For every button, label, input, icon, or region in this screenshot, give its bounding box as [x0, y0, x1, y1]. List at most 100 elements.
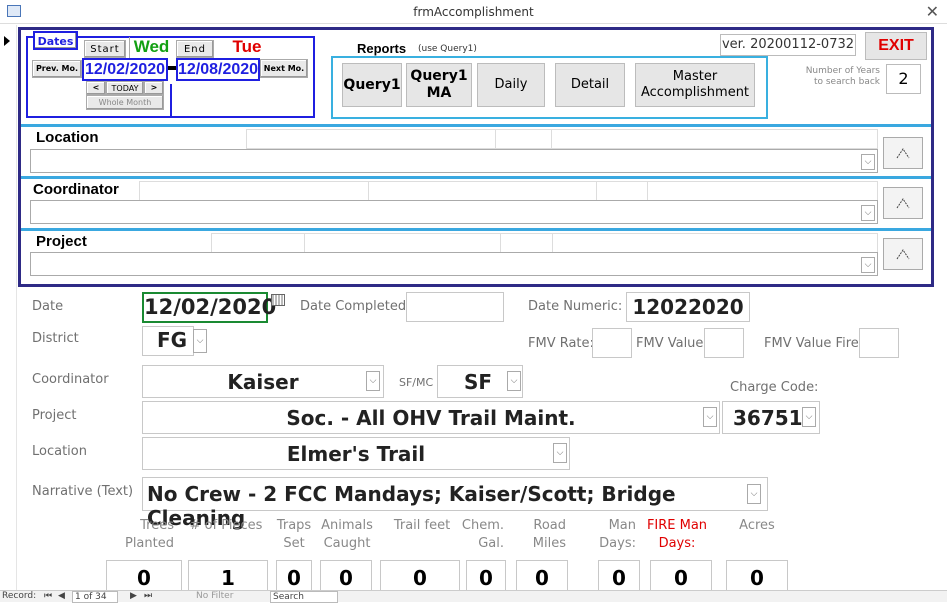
- detail-report-button[interactable]: Detail: [555, 63, 625, 107]
- next-week-button[interactable]: >: [144, 81, 164, 95]
- location-combo[interactable]: Elmer's Trail: [142, 437, 570, 470]
- end-day: Tue: [232, 37, 262, 56]
- location-column-divider: [495, 130, 496, 148]
- project-dropdown-chevron-icon[interactable]: ⌵: [861, 257, 875, 273]
- acres-field[interactable]: 0: [726, 560, 788, 592]
- coordinator-label: Coordinator: [32, 372, 109, 387]
- reports-subtitle: (use Query1): [418, 44, 477, 54]
- first-record-icon[interactable]: ⏮: [44, 591, 52, 601]
- location-dropdown-chevron-icon[interactable]: ⌵: [861, 154, 875, 170]
- date-completed-field[interactable]: [406, 292, 504, 322]
- prev-week-button[interactable]: <: [86, 81, 106, 95]
- daily-report-button[interactable]: Daily: [477, 63, 545, 107]
- pieces-field[interactable]: 1: [188, 560, 268, 592]
- query1-button[interactable]: Query1: [342, 63, 402, 107]
- pieces-label: # of Pieces: [189, 518, 263, 533]
- end-date-field[interactable]: 12/08/2020: [176, 58, 260, 81]
- district-label: District: [32, 331, 79, 346]
- filter-location-label: Location: [36, 129, 99, 146]
- fire-man-days-field[interactable]: 0: [650, 560, 712, 592]
- coordinator-separator: [21, 176, 931, 179]
- coordinator-sort-button[interactable]: [883, 187, 923, 219]
- chem-gal-label: Chem. Gal.: [461, 518, 504, 551]
- trees-planted-field[interactable]: 0: [106, 560, 182, 592]
- sort-icon: [896, 198, 910, 209]
- date-label: Date: [32, 299, 64, 314]
- project-column-divider: [304, 234, 305, 252]
- whole-month-button[interactable]: Whole Month: [86, 95, 164, 110]
- fmv-value-field[interactable]: [704, 328, 744, 358]
- project-label: Project: [32, 408, 77, 423]
- prev-month-button[interactable]: Prev. Mo.: [32, 60, 82, 78]
- location-separator: [21, 124, 931, 127]
- chem-gal-field[interactable]: 0: [466, 560, 506, 592]
- man-days-field[interactable]: 0: [598, 560, 640, 592]
- fmv-value-fire-label: FMV Value Fire:: [764, 336, 864, 351]
- form-icon: [7, 5, 21, 17]
- charge-code-label: Charge Code:: [730, 380, 819, 395]
- road-miles-field[interactable]: 0: [516, 560, 568, 592]
- district-chevron-icon[interactable]: ⌵: [193, 329, 207, 353]
- record-selector[interactable]: [0, 25, 17, 590]
- start-date-field[interactable]: 12/02/2020: [82, 58, 168, 81]
- location-label: Location: [32, 444, 87, 459]
- record-navigation-bar: Record: ⏮ ◀ 1 of 34 ▶ ⏭ No Filter Search: [0, 590, 947, 603]
- date-range-dash: [168, 66, 176, 70]
- dates-legend: Dates: [33, 31, 78, 50]
- district-combo[interactable]: FG: [142, 326, 194, 356]
- date-field[interactable]: 12/02/2020: [142, 292, 276, 323]
- coordinator-dropdown-chevron-icon[interactable]: ⌵: [861, 205, 875, 221]
- sort-icon: [896, 249, 910, 260]
- coordinator-column-divider: [596, 182, 597, 200]
- search-box[interactable]: Search: [270, 591, 338, 603]
- fmv-rate-field[interactable]: [592, 328, 632, 358]
- narrative-chevron-icon[interactable]: ⌵: [747, 484, 761, 504]
- master-accomplishment-button[interactable]: Master Accomplishment: [635, 63, 755, 107]
- date-completed-label: Date Completed: [300, 299, 407, 314]
- last-record-icon[interactable]: ⏭: [144, 591, 152, 601]
- today-button[interactable]: TODAY: [106, 81, 144, 95]
- trail-feet-label: Trail feet: [393, 518, 451, 533]
- next-record-icon[interactable]: ▶: [130, 591, 137, 601]
- location-sort-button[interactable]: [883, 137, 923, 169]
- animals-caught-field[interactable]: 0: [320, 560, 372, 592]
- exit-button[interactable]: EXIT: [865, 32, 927, 60]
- reports-title: Reports: [357, 41, 407, 56]
- trail-feet-field[interactable]: 0: [380, 560, 460, 592]
- fmv-value-fire-field[interactable]: [859, 328, 899, 358]
- project-combo[interactable]: Soc. - All OHV Trail Maint.: [142, 401, 720, 434]
- title-bar: frmAccomplishment: [0, 0, 947, 24]
- filter-project-label: Project: [36, 233, 87, 250]
- window-title: frmAccomplishment: [413, 5, 534, 19]
- charge-code-chevron-icon[interactable]: ⌵: [802, 407, 816, 427]
- location-chevron-icon[interactable]: ⌵: [553, 443, 567, 463]
- years-back-label: Number of Years to search back: [805, 66, 880, 87]
- project-chevron-icon[interactable]: ⌵: [703, 407, 717, 427]
- project-sort-button[interactable]: [883, 238, 923, 270]
- date-numeric-field[interactable]: 12022020: [626, 292, 750, 322]
- project-column-divider: [500, 234, 501, 252]
- project-filter-combo[interactable]: [30, 252, 878, 276]
- coordinator-column-divider: [647, 182, 648, 200]
- next-month-button[interactable]: Next Mo.: [260, 59, 308, 78]
- traps-set-field[interactable]: 0: [276, 560, 312, 592]
- years-back-field[interactable]: 2: [886, 64, 921, 94]
- road-miles-label: Road Miles: [532, 518, 566, 551]
- location-filter-combo[interactable]: [30, 149, 878, 173]
- close-icon[interactable]: ✕: [926, 2, 939, 21]
- location-column-divider: [551, 130, 552, 148]
- prev-record-icon[interactable]: ◀: [58, 591, 65, 601]
- record-position[interactable]: 1 of 34: [72, 591, 118, 603]
- filter-status[interactable]: No Filter: [196, 591, 233, 601]
- query1-ma-button[interactable]: Query1 MA: [406, 63, 472, 107]
- narrative-label: Narrative (Text): [32, 484, 134, 499]
- coordinator-filter-combo[interactable]: [30, 200, 878, 224]
- narrative-combo[interactable]: No Crew - 2 FCC Mandays; Kaiser/Scott; B…: [142, 477, 768, 530]
- calendar-icon[interactable]: [271, 294, 285, 306]
- animals-caught-label: Animals Caught: [321, 518, 373, 551]
- coordinator-combo[interactable]: Kaiser: [142, 365, 384, 398]
- sfmc-chevron-icon[interactable]: ⌵: [507, 371, 521, 391]
- end-label: End: [176, 40, 214, 58]
- coordinator-chevron-icon[interactable]: ⌵: [366, 371, 380, 391]
- sfmc-label: SF/MC: [399, 376, 434, 389]
